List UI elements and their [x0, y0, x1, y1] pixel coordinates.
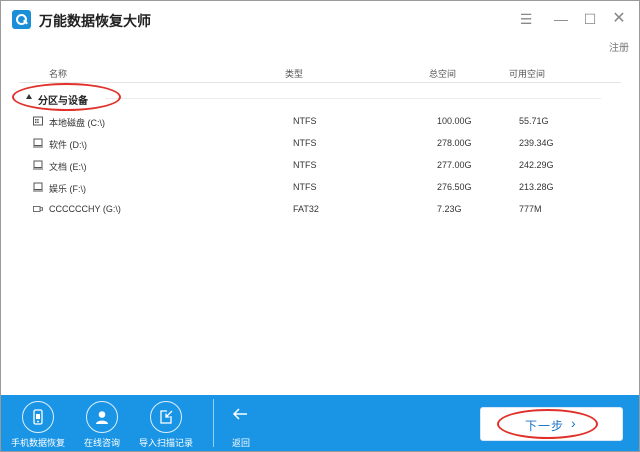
column-header-free[interactable]: 可用空间 — [509, 67, 545, 80]
partition-group-header[interactable]: 分区与设备 — [19, 87, 601, 109]
app-logo-icon — [12, 10, 31, 29]
maximize-icon[interactable]: ☐ — [579, 9, 601, 29]
collapse-arrow-icon[interactable] — [26, 94, 32, 99]
menu-icon[interactable]: ☰ — [515, 9, 537, 29]
phone-recovery-button[interactable]: 手机数据恢复 — [7, 395, 69, 451]
drive-filesystem: NTFS — [293, 138, 317, 148]
drive-name: 娱乐 (F:\) — [49, 184, 86, 194]
drive-free-space: 239.34G — [519, 138, 554, 148]
drive-total-space: 100.00G — [437, 116, 472, 126]
online-consult-button[interactable]: 在线咨询 — [71, 395, 133, 451]
drive-free-space: 242.29G — [519, 160, 554, 170]
user-support-icon — [86, 401, 118, 433]
title-bar: 万能数据恢复大师 ☰ — ☐ ✕ — [1, 1, 639, 37]
import-scan-button[interactable]: 导入扫描记录 — [133, 395, 199, 451]
drive-free-space: 55.71G — [519, 116, 549, 126]
drive-name: 软件 (D:\) — [49, 140, 87, 150]
drive-filesystem: NTFS — [293, 116, 317, 126]
partition-group-label: 分区与设备 — [38, 96, 88, 107]
chevron-right-icon: › — [571, 415, 576, 431]
column-header-name[interactable]: 名称 — [49, 67, 67, 80]
app-title: 万能数据恢复大师 — [39, 13, 151, 29]
drive-free-space: 213.28G — [519, 182, 554, 192]
drive-name: CCCCCCHY (G:\) — [49, 204, 121, 214]
back-label: 返回 — [231, 438, 250, 448]
drive-name: 本地磁盘 (C:\) — [49, 118, 105, 128]
drive-total-space: 277.00G — [437, 160, 472, 170]
drive-row-g[interactable]: CCCCCCHY (G:\) FAT32 7.23G 777M — [19, 199, 601, 221]
toolbar-divider — [213, 399, 214, 447]
next-step-label: 下一步 — [525, 419, 565, 433]
phone-recovery-label: 手机数据恢复 — [10, 438, 65, 448]
next-step-button[interactable]: 下一步 › — [480, 407, 623, 441]
drive-row-c[interactable]: 本地磁盘 (C:\) NTFS 100.00G 55.71G — [19, 111, 601, 133]
back-button[interactable]: 返回 — [221, 395, 261, 451]
drive-row-f[interactable]: 娱乐 (F:\) NTFS 276.50G 213.28G — [19, 177, 601, 199]
close-icon[interactable]: ✕ — [608, 9, 630, 29]
import-record-icon — [150, 401, 182, 433]
drive-total-space: 7.23G — [437, 204, 462, 214]
app-window: 万能数据恢复大师 ☰ — ☐ ✕ 注册 名称 类型 总空间 可用空间 分区与设备… — [0, 0, 640, 452]
back-arrow-icon — [232, 408, 247, 420]
phone-icon — [22, 401, 54, 433]
column-header-type[interactable]: 类型 — [285, 67, 303, 80]
minimize-icon[interactable]: — — [550, 9, 572, 29]
drive-free-space: 777M — [519, 204, 542, 214]
hard-drive-icon — [33, 182, 43, 192]
online-consult-label: 在线咨询 — [83, 438, 120, 448]
usb-drive-icon — [33, 206, 43, 212]
hard-drive-icon — [33, 160, 43, 170]
drive-filesystem: FAT32 — [293, 204, 319, 214]
import-scan-label: 导入扫描记录 — [138, 438, 193, 448]
register-link[interactable]: 注册 — [609, 39, 629, 54]
drive-row-e[interactable]: 文档 (E:\) NTFS 277.00G 242.29G — [19, 155, 601, 177]
drive-row-d[interactable]: 软件 (D:\) NTFS 278.00G 239.34G — [19, 133, 601, 155]
group-divider — [105, 98, 601, 99]
drive-name: 文档 (E:\) — [49, 162, 87, 172]
hard-drive-icon — [33, 138, 43, 148]
column-header-total[interactable]: 总空间 — [429, 67, 456, 80]
table-header: 名称 类型 总空间 可用空间 — [19, 61, 621, 83]
system-drive-icon — [33, 116, 43, 126]
drive-total-space: 278.00G — [437, 138, 472, 148]
drive-total-space: 276.50G — [437, 182, 472, 192]
drive-filesystem: NTFS — [293, 160, 317, 170]
drive-filesystem: NTFS — [293, 182, 317, 192]
